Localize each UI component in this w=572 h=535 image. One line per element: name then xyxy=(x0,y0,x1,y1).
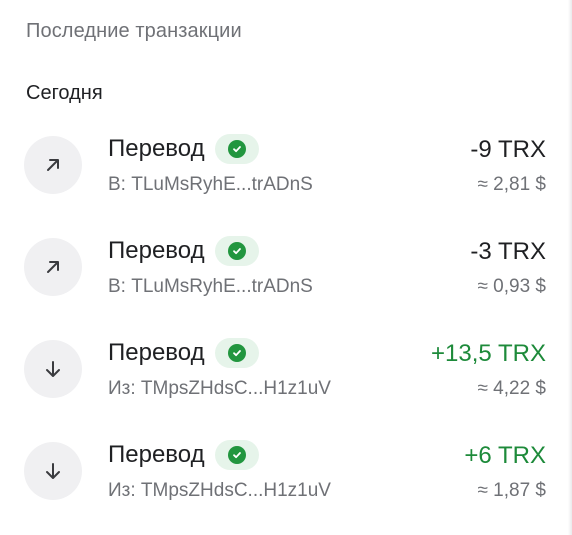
check-circle-icon xyxy=(227,242,246,260)
section-title: Последние транзакции xyxy=(26,20,242,42)
status-badge xyxy=(214,236,259,266)
arrow-up-right-icon xyxy=(24,136,82,194)
arrow-down-icon xyxy=(24,442,82,500)
transaction-amount: +6 TRX xyxy=(464,442,546,469)
arrow-down-icon xyxy=(24,340,82,398)
status-badge xyxy=(214,134,259,164)
transaction-title: Перевод xyxy=(108,339,205,366)
check-circle-icon xyxy=(227,446,246,464)
arrow-up-right-icon xyxy=(24,238,82,296)
transaction-address: Из: TMpsZHdsC...H1z1uV xyxy=(108,378,331,399)
transaction-title: Перевод xyxy=(108,441,205,468)
status-badge xyxy=(214,440,259,470)
transaction-fiat-value: ≈ 0,93 $ xyxy=(477,276,546,297)
date-group-title: Сегодня xyxy=(26,82,103,104)
status-badge xyxy=(214,338,259,368)
transaction-row[interactable]: Перевод В: TLuMsRyhE...trADnS -3 TRX ≈ 0… xyxy=(0,222,572,324)
transaction-amount: -9 TRX xyxy=(470,136,546,163)
transaction-row[interactable]: Перевод Из: TMpsZHdsC...H1z1uV +13,5 TRX… xyxy=(0,324,572,426)
transaction-amount: +13,5 TRX xyxy=(431,340,546,367)
transaction-fiat-value: ≈ 4,22 $ xyxy=(477,378,546,399)
transaction-title: Перевод xyxy=(108,237,205,264)
transaction-fiat-value: ≈ 1,87 $ xyxy=(477,480,546,501)
transaction-row[interactable]: Перевод Из: TMpsZHdsC...H1z1uV +6 TRX ≈ … xyxy=(0,426,572,528)
check-circle-icon xyxy=(227,140,246,158)
transaction-address: В: TLuMsRyhE...trADnS xyxy=(108,174,313,195)
transaction-row[interactable]: Перевод В: TLuMsRyhE...trADnS -9 TRX ≈ 2… xyxy=(0,120,572,222)
transaction-fiat-value: ≈ 2,81 $ xyxy=(477,174,546,195)
transaction-address: В: TLuMsRyhE...trADnS xyxy=(108,276,313,297)
transaction-amount: -3 TRX xyxy=(470,238,546,265)
transaction-list: Перевод В: TLuMsRyhE...trADnS -9 TRX ≈ 2… xyxy=(0,120,572,528)
transaction-title: Перевод xyxy=(108,135,205,162)
check-circle-icon xyxy=(227,344,246,362)
transaction-address: Из: TMpsZHdsC...H1z1uV xyxy=(108,480,331,501)
